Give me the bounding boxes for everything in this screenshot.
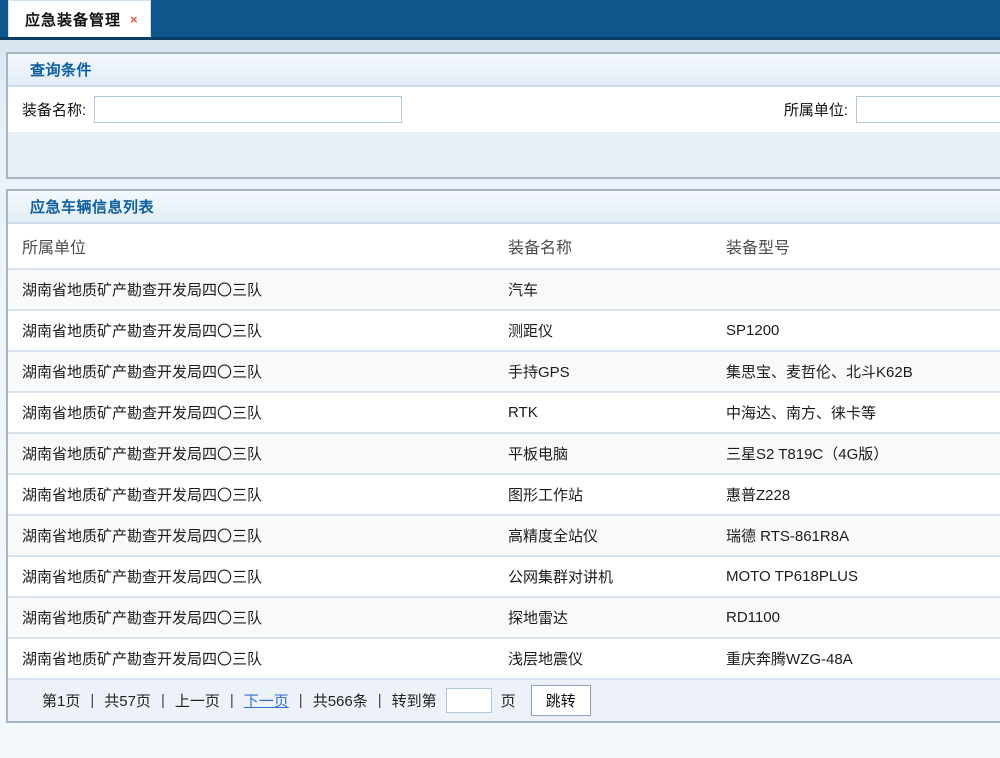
current-page-label: 第1页 [42, 690, 80, 711]
cell-equipment-name: 平板电脑 [494, 433, 712, 474]
total-records-label: 共566条 [313, 690, 368, 711]
cell-equipment-name: 探地雷达 [494, 597, 712, 638]
cell-unit: 湖南省地质矿产勘查开发局四〇三队 [8, 433, 494, 474]
cell-unit: 湖南省地质矿产勘查开发局四〇三队 [8, 515, 494, 556]
equipment-table: 所属单位 装备名称 装备型号 湖南省地质矿产勘查开发局四〇三队汽车湖南省地质矿产… [8, 224, 1000, 680]
cell-unit: 湖南省地质矿产勘查开发局四〇三队 [8, 351, 494, 392]
prev-page-button[interactable]: 上一页 [175, 690, 220, 711]
table-row[interactable]: 湖南省地质矿产勘查开发局四〇三队RTK中海达、南方、徕卡等 [8, 392, 1000, 433]
cell-unit: 湖南省地质矿产勘查开发局四〇三队 [8, 638, 494, 679]
page-content: 查询条件 装备名称: 所属单位: 应急车辆信息列表 所属单位 装备名称 装备型号… [0, 40, 1000, 723]
equipment-name-input[interactable] [94, 96, 402, 123]
table-row[interactable]: 湖南省地质矿产勘查开发局四〇三队浅层地震仪重庆奔腾WZG-48A [8, 638, 1000, 679]
cell-equipment-name: 浅层地震仪 [494, 638, 712, 679]
goto-page-suffix-label: 页 [501, 690, 516, 711]
tab-label: 应急装备管理 [25, 9, 121, 30]
next-page-link[interactable]: 下一页 [244, 690, 289, 711]
query-panel-filler [8, 132, 1000, 177]
table-row[interactable]: 湖南省地质矿产勘查开发局四〇三队探地雷达RD1100 [8, 597, 1000, 638]
cell-equipment-name: 测距仪 [494, 310, 712, 351]
goto-page-prefix-label: 转到第 [392, 690, 437, 711]
cell-equipment-model: 瑞德 RTS-861R8A [712, 515, 1000, 556]
cell-equipment-name: 公网集群对讲机 [494, 556, 712, 597]
cell-equipment-model: MOTO TP618PLUS [712, 556, 1000, 597]
cell-equipment-model: 中海达、南方、徕卡等 [712, 392, 1000, 433]
query-fields-row: 装备名称: 所属单位: [8, 87, 1000, 132]
table-body: 湖南省地质矿产勘查开发局四〇三队汽车湖南省地质矿产勘查开发局四〇三队测距仪SP1… [8, 269, 1000, 679]
pagination-bar: 第1页 | 共57页 | 上一页 | 下一页 | 共566条 | 转到第 页 跳… [8, 680, 1000, 721]
tab-close-icon[interactable]: × [130, 13, 138, 26]
pagination-separator: | [161, 692, 165, 709]
query-panel: 查询条件 装备名称: 所属单位: [6, 52, 1000, 179]
col-header-equipment-model: 装备型号 [712, 224, 1000, 269]
table-row[interactable]: 湖南省地质矿产勘查开发局四〇三队公网集群对讲机MOTO TP618PLUS [8, 556, 1000, 597]
owner-unit-label: 所属单位: [784, 99, 848, 120]
cell-equipment-name: 高精度全站仪 [494, 515, 712, 556]
cell-equipment-name: RTK [494, 392, 712, 433]
table-row[interactable]: 湖南省地质矿产勘查开发局四〇三队测距仪SP1200 [8, 310, 1000, 351]
col-header-unit: 所属单位 [8, 224, 494, 269]
tab-emergency-equipment[interactable]: 应急装备管理 × [8, 0, 151, 37]
query-panel-header: 查询条件 [8, 54, 1000, 87]
cell-equipment-model: 重庆奔腾WZG-48A [712, 638, 1000, 679]
cell-equipment-name: 图形工作站 [494, 474, 712, 515]
page-number-input[interactable] [446, 688, 492, 713]
cell-unit: 湖南省地质矿产勘查开发局四〇三队 [8, 310, 494, 351]
cell-equipment-model: RD1100 [712, 597, 1000, 638]
cell-unit: 湖南省地质矿产勘查开发局四〇三队 [8, 392, 494, 433]
cell-equipment-model [712, 269, 1000, 310]
pagination-separator: | [378, 692, 382, 709]
list-panel: 应急车辆信息列表 所属单位 装备名称 装备型号 湖南省地质矿产勘查开发局四〇三队… [6, 189, 1000, 723]
equipment-name-label: 装备名称: [22, 99, 86, 120]
cell-unit: 湖南省地质矿产勘查开发局四〇三队 [8, 474, 494, 515]
pagination-separator: | [299, 692, 303, 709]
cell-unit: 湖南省地质矿产勘查开发局四〇三队 [8, 556, 494, 597]
owner-unit-input[interactable] [856, 96, 1000, 123]
pagination-separator: | [90, 692, 94, 709]
cell-unit: 湖南省地质矿产勘查开发局四〇三队 [8, 269, 494, 310]
cell-equipment-name: 汽车 [494, 269, 712, 310]
table-row[interactable]: 湖南省地质矿产勘查开发局四〇三队图形工作站惠普Z228 [8, 474, 1000, 515]
cell-equipment-model: 三星S2 T819C（4G版） [712, 433, 1000, 474]
total-pages-label: 共57页 [104, 690, 151, 711]
cell-unit: 湖南省地质矿产勘查开发局四〇三队 [8, 597, 494, 638]
cell-equipment-name: 手持GPS [494, 351, 712, 392]
list-panel-header: 应急车辆信息列表 [8, 191, 1000, 224]
tab-bar: 应急装备管理 × [0, 0, 1000, 40]
table-header-row: 所属单位 装备名称 装备型号 [8, 224, 1000, 269]
col-header-equipment-name: 装备名称 [494, 224, 712, 269]
jump-button[interactable]: 跳转 [531, 685, 591, 716]
cell-equipment-model: SP1200 [712, 310, 1000, 351]
table-row[interactable]: 湖南省地质矿产勘查开发局四〇三队平板电脑三星S2 T819C（4G版） [8, 433, 1000, 474]
list-panel-title: 应急车辆信息列表 [30, 196, 154, 217]
cell-equipment-model: 惠普Z228 [712, 474, 1000, 515]
table-row[interactable]: 湖南省地质矿产勘查开发局四〇三队高精度全站仪瑞德 RTS-861R8A [8, 515, 1000, 556]
table-row[interactable]: 湖南省地质矿产勘查开发局四〇三队手持GPS集思宝、麦哲伦、北斗K62B [8, 351, 1000, 392]
table-row[interactable]: 湖南省地质矿产勘查开发局四〇三队汽车 [8, 269, 1000, 310]
cell-equipment-model: 集思宝、麦哲伦、北斗K62B [712, 351, 1000, 392]
pagination-separator: | [230, 692, 234, 709]
query-panel-title: 查询条件 [30, 59, 92, 80]
